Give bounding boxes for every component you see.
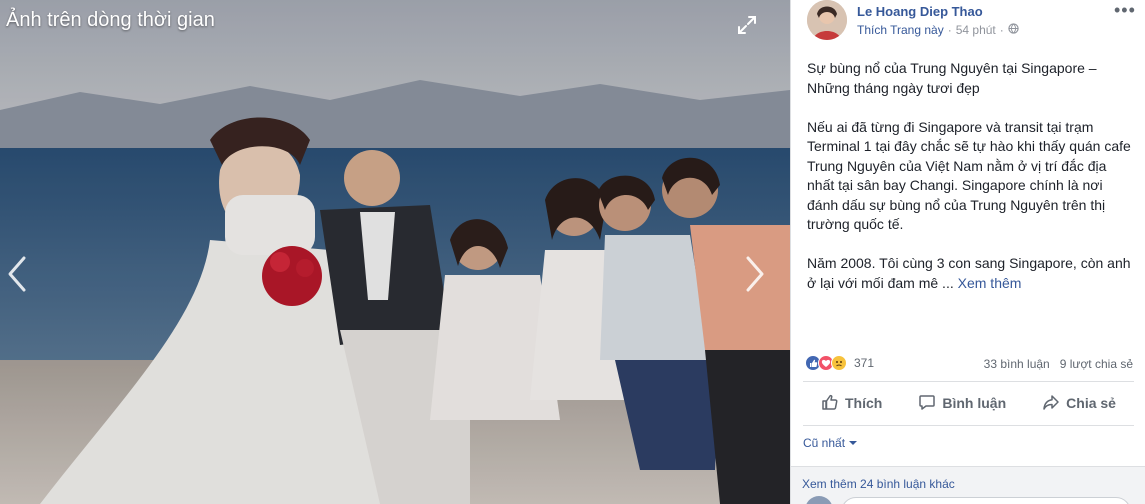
post-paragraph: Nếu ai đã từng đi Singapore và transit t…	[807, 118, 1131, 233]
viewer-title: Ảnh trên dòng thời gian	[6, 9, 215, 31]
engagement-stats: 33 bình luận 9 lượt chia sẻ	[984, 357, 1133, 371]
comment-icon	[918, 393, 936, 414]
like-button-label: Thích	[845, 395, 883, 411]
view-more-comments-link[interactable]: Xem thêm 24 bình luận khác	[802, 477, 955, 491]
caret-down-icon	[849, 436, 858, 450]
comment-button-label: Bình luận	[942, 395, 1007, 411]
sad-reaction-icon	[831, 355, 847, 371]
share-button-label: Chia sẻ	[1066, 395, 1116, 411]
comment-sort-dropdown[interactable]: Cũ nhất	[803, 436, 858, 450]
meta-separator: ·	[999, 23, 1004, 37]
see-more-link[interactable]: Xem thêm	[958, 275, 1022, 291]
expand-icon[interactable]	[736, 14, 758, 36]
post-time[interactable]: 54 phút	[956, 23, 996, 37]
share-button[interactable]: Chia sẻ	[1042, 393, 1116, 414]
share-count-link[interactable]: 9 lượt chia sẻ	[1060, 357, 1133, 371]
meta-separator: ·	[947, 23, 952, 37]
thumbs-up-icon	[821, 393, 839, 414]
comments-section: Xem thêm 24 bình luận khác	[791, 466, 1145, 504]
post-meta: Thích Trang này · 54 phút ·	[857, 23, 1019, 37]
photo-viewer[interactable]: Ảnh trên dòng thời gian	[0, 0, 790, 504]
comment-avatar	[805, 496, 833, 504]
globe-icon	[1008, 23, 1019, 37]
like-page-link[interactable]: Thích Trang này	[857, 23, 944, 37]
photo	[0, 0, 790, 504]
reaction-count: 371	[854, 356, 875, 370]
divider	[803, 381, 1134, 382]
divider	[803, 425, 1134, 426]
share-icon	[1042, 393, 1060, 414]
author-name[interactable]: Le Hoang Diep Thao	[857, 4, 983, 19]
action-bar: Thích Bình luận Chia sẻ	[803, 383, 1134, 423]
post-text: Sự bùng nổ của Trung Nguyên tại Singapor…	[807, 59, 1137, 313]
reactions-summary[interactable]: 371	[805, 355, 874, 371]
photo-theater: Ảnh trên dòng thời gian Le Hoang Diep Th…	[0, 0, 1145, 504]
more-options-button[interactable]: •••	[1114, 0, 1136, 21]
post-paragraph: Sự bùng nổ của Trung Nguyên tại Singapor…	[807, 60, 1097, 96]
post-paragraph: Năm 2008. Tôi cùng 3 con sang Singapore,…	[807, 255, 1131, 291]
sort-label: Cũ nhất	[803, 436, 846, 450]
comment-count-link[interactable]: 33 bình luận	[984, 357, 1050, 371]
post-panel: Le Hoang Diep Thao Thích Trang này · 54 …	[790, 0, 1145, 504]
comment-bubble	[841, 497, 1131, 504]
like-button[interactable]: Thích	[821, 393, 882, 414]
chevron-right-icon[interactable]	[742, 254, 768, 294]
chevron-left-icon[interactable]	[4, 254, 30, 294]
avatar[interactable]	[807, 0, 847, 40]
comment-button[interactable]: Bình luận	[918, 393, 1006, 414]
